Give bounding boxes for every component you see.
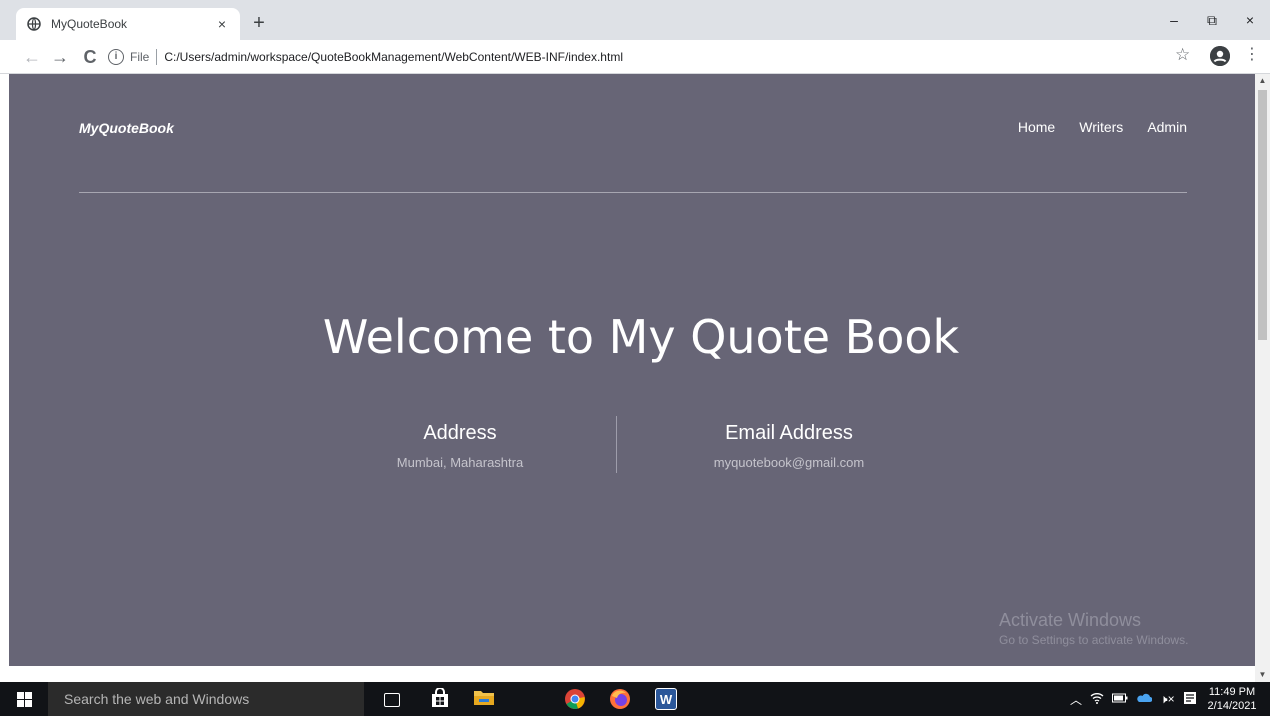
tab-title: MyQuoteBook bbox=[51, 17, 128, 31]
email-label: Email Address bbox=[725, 422, 853, 444]
hero-title: Welcome to My Quote Book bbox=[322, 310, 960, 364]
email-value: myquotebook@gmail.com bbox=[713, 455, 865, 470]
taskbar-search[interactable]: Search the web and Windows bbox=[48, 682, 364, 716]
start-button[interactable] bbox=[0, 682, 48, 716]
battery-icon[interactable] bbox=[1112, 692, 1128, 706]
browser-menu-icon[interactable]: ⋮ bbox=[1244, 44, 1260, 66]
system-tray: ︿ 🕨× bbox=[1070, 684, 1197, 714]
contact-email: Email Address myquotebook@gmail.com bbox=[664, 416, 914, 470]
scroll-down-icon[interactable]: ▼ bbox=[1255, 668, 1270, 682]
clock-date: 2/14/2021 bbox=[1207, 700, 1257, 712]
back-button[interactable]: ← bbox=[20, 45, 44, 69]
minimize-button[interactable]: – bbox=[1154, 8, 1194, 32]
store-icon[interactable] bbox=[429, 687, 451, 710]
address-label: Address bbox=[423, 422, 497, 444]
tab-close-icon[interactable]: × bbox=[214, 16, 230, 32]
page-scrollbar[interactable]: ▲ ▼ bbox=[1255, 74, 1270, 682]
tab-strip: MyQuoteBook × + – ⧉ × bbox=[0, 0, 1270, 40]
reload-button[interactable]: C bbox=[78, 45, 102, 69]
taskbar-clock[interactable]: 11:49 PM 2/14/2021 bbox=[1204, 685, 1260, 713]
onedrive-icon[interactable] bbox=[1136, 692, 1153, 706]
windows-logo-icon bbox=[16, 691, 32, 707]
watermark-subtitle: Go to Settings to activate Windows. bbox=[999, 633, 1189, 647]
restore-button[interactable]: ⧉ bbox=[1192, 8, 1232, 32]
bookmark-star-icon[interactable]: ☆ bbox=[1175, 45, 1190, 65]
globe-icon bbox=[26, 16, 42, 32]
scrollbar-thumb[interactable] bbox=[1258, 90, 1267, 340]
url-text[interactable]: C:/Users/admin/workspace/QuoteBookManage… bbox=[164, 50, 623, 64]
forward-button[interactable]: → bbox=[48, 45, 72, 69]
site-brand[interactable]: MyQuoteBook bbox=[79, 120, 174, 136]
volume-muted-icon[interactable]: 🕨× bbox=[1160, 692, 1175, 707]
word-icon[interactable]: W bbox=[655, 688, 677, 710]
firefox-icon[interactable] bbox=[609, 688, 631, 710]
watermark-title: Activate Windows bbox=[999, 610, 1142, 630]
header-divider bbox=[79, 192, 1187, 193]
address-value: Mumbai, Maharashtra bbox=[396, 455, 524, 470]
chevron-up-icon[interactable]: ︿ bbox=[1070, 691, 1082, 708]
browser-tab[interactable]: MyQuoteBook × bbox=[16, 8, 240, 40]
clock-time: 11:49 PM bbox=[1208, 686, 1256, 698]
activate-windows-watermark: Activate Windows Go to Settings to activ… bbox=[999, 610, 1188, 647]
scroll-up-icon[interactable]: ▲ bbox=[1255, 74, 1270, 88]
nav-writers-link[interactable]: Writers bbox=[1079, 119, 1123, 135]
wifi-icon[interactable] bbox=[1090, 692, 1104, 707]
contact-divider bbox=[616, 416, 617, 473]
info-icon[interactable]: i bbox=[108, 49, 124, 65]
task-view-icon[interactable] bbox=[384, 693, 400, 707]
url-scheme: File bbox=[130, 50, 150, 64]
notification-icon[interactable] bbox=[1183, 691, 1197, 708]
account-icon[interactable] bbox=[1210, 46, 1230, 66]
nav-admin-link[interactable]: Admin bbox=[1147, 119, 1187, 135]
site-nav: Home Writers Admin bbox=[1018, 119, 1187, 135]
contact-address: Address Mumbai, Maharashtra bbox=[335, 416, 585, 470]
browser-toolbar: ← → C i File C:/Users/admin/workspace/Qu… bbox=[0, 40, 1270, 74]
new-tab-button[interactable]: + bbox=[248, 12, 270, 34]
url-separator bbox=[156, 49, 158, 65]
page-content: MyQuoteBook Home Writers Admin Welcome t… bbox=[9, 74, 1255, 666]
close-window-button[interactable]: × bbox=[1230, 8, 1270, 32]
nav-home-link[interactable]: Home bbox=[1018, 119, 1055, 135]
address-bar[interactable]: i File C:/Users/admin/workspace/QuoteBoo… bbox=[108, 44, 1194, 70]
file-explorer-icon[interactable] bbox=[473, 688, 495, 710]
chrome-icon[interactable] bbox=[564, 688, 586, 710]
